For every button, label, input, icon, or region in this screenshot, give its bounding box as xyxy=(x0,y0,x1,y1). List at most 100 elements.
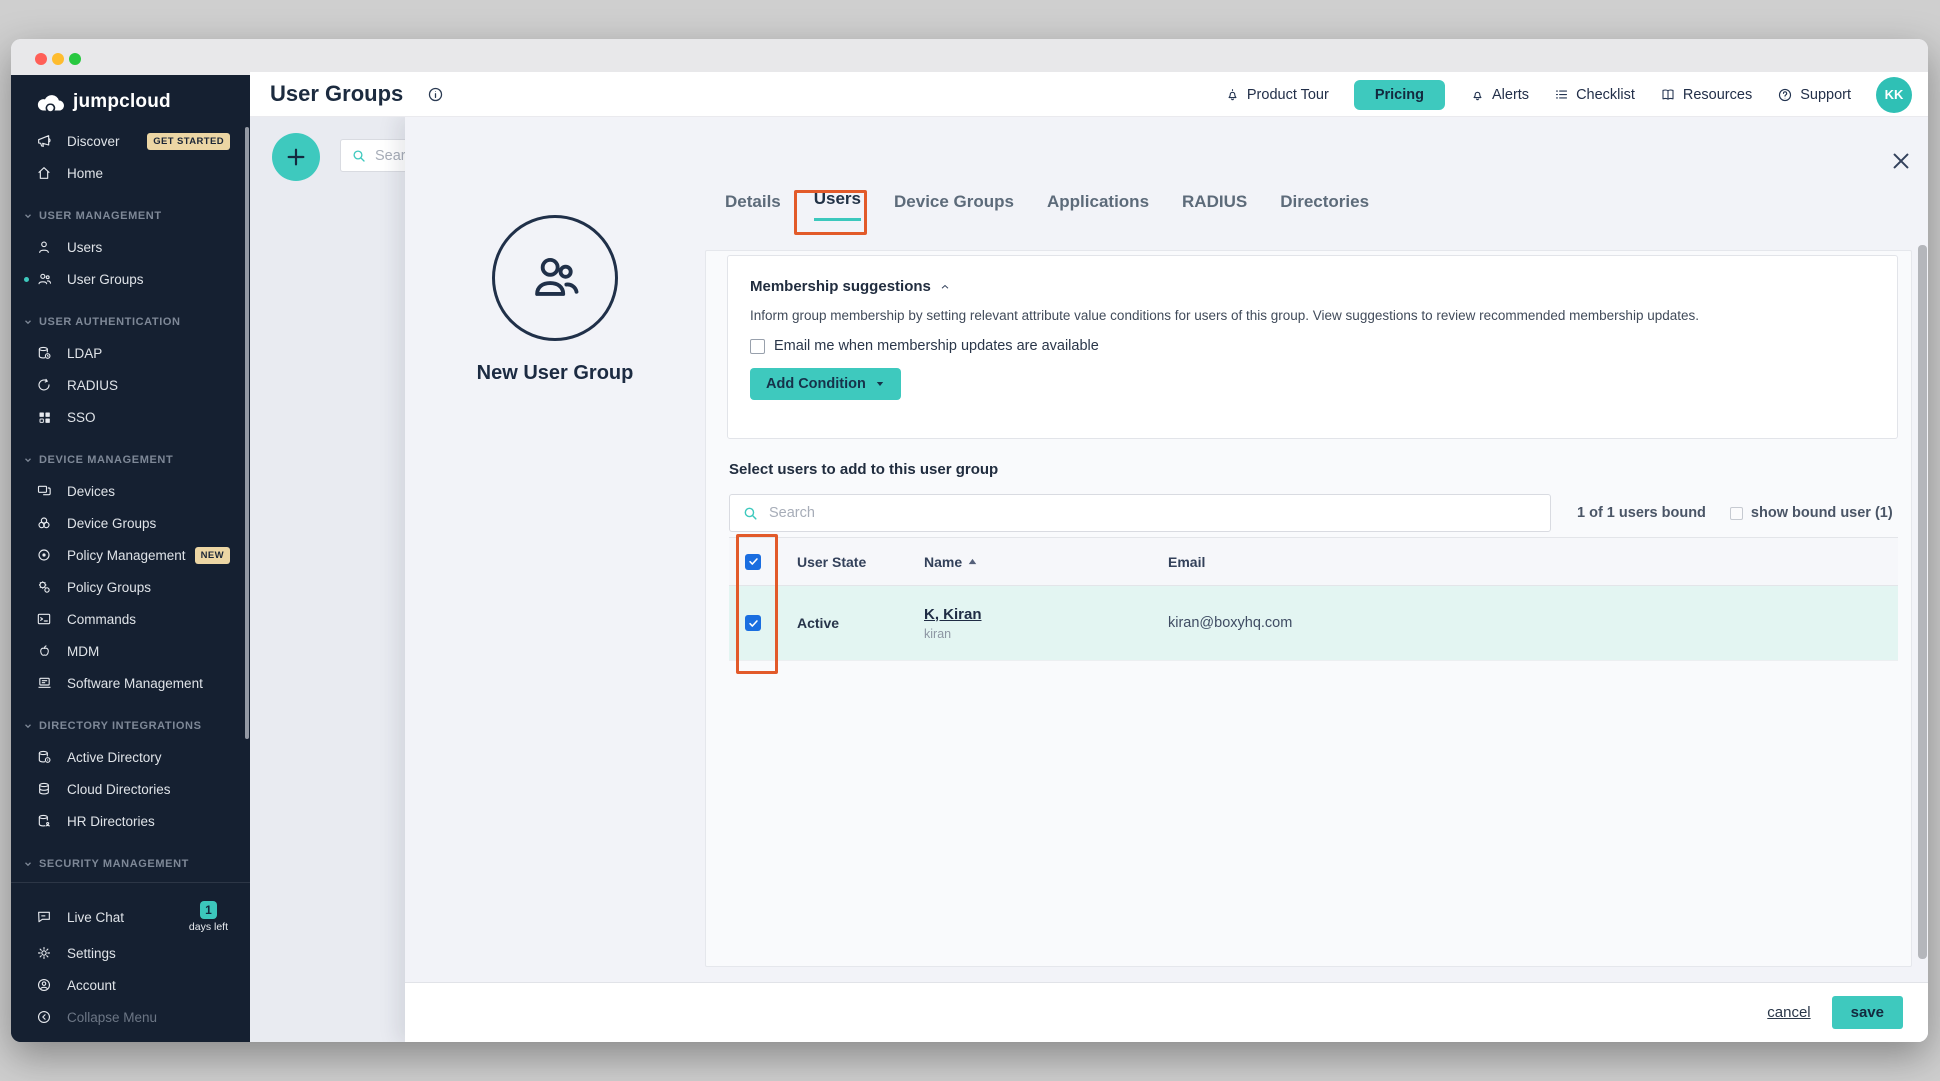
tab-applications[interactable]: Applications xyxy=(1047,192,1149,221)
sidebar-item-ldap[interactable]: LDAP xyxy=(11,337,250,369)
resources-button[interactable]: Resources xyxy=(1660,87,1752,103)
terminal-icon xyxy=(35,611,53,627)
tab-directories[interactable]: Directories xyxy=(1280,192,1369,221)
sidebar-item-software-management[interactable]: Software Management xyxy=(11,667,250,699)
device-groups-icon xyxy=(35,515,53,531)
product-tour-button[interactable]: Product Tour xyxy=(1225,87,1329,103)
user-avatar[interactable]: KK xyxy=(1876,77,1912,113)
drawer-footer: cancel save xyxy=(405,982,1928,1042)
dropdown-caret-icon xyxy=(875,380,885,388)
page-title: User Groups xyxy=(270,81,403,107)
gear-icon xyxy=(35,945,53,961)
trial-days-badge: 1 days left xyxy=(189,901,228,933)
user-search-row: 1 of 1 users bound show bound user (1) xyxy=(729,494,1898,532)
sidebar-item-discover[interactable]: Discover GET STARTED xyxy=(11,125,250,157)
book-icon xyxy=(1660,87,1676,102)
minimize-window-button[interactable] xyxy=(52,53,64,65)
info-icon[interactable] xyxy=(427,86,444,103)
membership-suggestions-toggle[interactable]: Membership suggestions xyxy=(750,278,1875,295)
sidebar-item-active-directory[interactable]: Active Directory xyxy=(11,741,250,773)
email-updates-checkbox[interactable] xyxy=(750,339,765,354)
policy-management-icon xyxy=(35,547,53,563)
user-name-link[interactable]: K, Kiran xyxy=(924,606,1148,623)
sidebar-item-label: Cloud Directories xyxy=(67,782,171,797)
sidebar-item-user-groups[interactable]: User Groups xyxy=(11,263,250,295)
sidebar-item-users[interactable]: Users xyxy=(11,231,250,263)
sidebar-item-mdm[interactable]: MDM xyxy=(11,635,250,667)
section-security-management[interactable]: SECURITY MANAGEMENT xyxy=(11,849,250,879)
column-header-name[interactable]: Name xyxy=(904,554,1148,570)
email-updates-option[interactable]: Email me when membership updates are ava… xyxy=(750,338,1875,354)
tab-users[interactable]: Users xyxy=(814,189,861,221)
sidebar-item-label: MDM xyxy=(67,644,99,659)
sidebar-item-policy-management[interactable]: Policy Management NEW xyxy=(11,539,250,571)
sidebar-footer: Live Chat 1 days left Settings xyxy=(11,882,250,1042)
home-icon xyxy=(35,165,53,181)
devices-icon xyxy=(35,483,53,499)
user-state: Active xyxy=(777,615,904,631)
tab-radius[interactable]: RADIUS xyxy=(1182,192,1247,221)
sidebar-item-hr-directories[interactable]: HR Directories xyxy=(11,805,250,837)
sso-grid-icon xyxy=(35,410,53,425)
app-header: User Groups Product Tour Pricing Alerts … xyxy=(250,72,1928,117)
megaphone-icon xyxy=(35,133,53,149)
sidebar-item-collapse-menu[interactable]: Collapse Menu xyxy=(11,1001,250,1033)
sidebar-item-label: Home xyxy=(67,166,103,181)
window-scrollbar[interactable] xyxy=(1918,245,1927,959)
add-user-group-button[interactable] xyxy=(272,133,320,181)
sidebar-item-devices[interactable]: Devices xyxy=(11,475,250,507)
sidebar-scrollbar[interactable] xyxy=(245,127,249,739)
zoom-window-button[interactable] xyxy=(69,53,81,65)
tab-device-groups[interactable]: Device Groups xyxy=(894,192,1014,221)
bound-summary: 1 of 1 users bound xyxy=(1577,505,1706,521)
chat-bubble-icon xyxy=(35,909,53,925)
section-directory-integrations[interactable]: DIRECTORY INTEGRATIONS xyxy=(11,711,250,741)
sidebar-item-policy-groups[interactable]: Policy Groups xyxy=(11,571,250,603)
chevron-up-icon xyxy=(939,281,951,293)
sidebar-item-label: Settings xyxy=(67,946,116,961)
section-device-management[interactable]: DEVICE MANAGEMENT xyxy=(11,445,250,475)
membership-description: Inform group membership by setting relev… xyxy=(750,308,1875,323)
row-checkbox[interactable] xyxy=(745,615,761,631)
sidebar-item-label: Live Chat xyxy=(67,910,124,925)
sidebar-item-sso[interactable]: SSO xyxy=(11,401,250,433)
sidebar-item-home[interactable]: Home xyxy=(11,157,250,189)
sidebar-item-cloud-directories[interactable]: Cloud Directories xyxy=(11,773,250,805)
pricing-button[interactable]: Pricing xyxy=(1354,80,1445,110)
sidebar-item-account[interactable]: Account xyxy=(11,969,250,1001)
tab-details[interactable]: Details xyxy=(725,192,781,221)
user-search-input[interactable] xyxy=(769,505,1550,521)
close-window-button[interactable] xyxy=(35,53,47,65)
user-icon xyxy=(35,239,53,255)
header-nav: Product Tour Pricing Alerts Checklist Re… xyxy=(1225,72,1912,117)
sidebar-item-label: RADIUS xyxy=(67,378,118,393)
chevron-down-icon xyxy=(23,721,33,731)
checklist-button[interactable]: Checklist xyxy=(1554,87,1635,103)
show-bound-user-checkbox[interactable] xyxy=(1730,507,1743,520)
cancel-button[interactable]: cancel xyxy=(1767,1004,1810,1021)
support-button[interactable]: Support xyxy=(1777,87,1851,103)
section-user-authentication[interactable]: USER AUTHENTICATION xyxy=(11,307,250,337)
select-all-checkbox[interactable] xyxy=(745,554,761,570)
save-button[interactable]: save xyxy=(1832,996,1903,1029)
add-condition-button[interactable]: Add Condition xyxy=(750,368,901,400)
sidebar-item-radius[interactable]: RADIUS xyxy=(11,369,250,401)
sidebar-item-settings[interactable]: Settings xyxy=(11,937,250,969)
show-bound-user-option[interactable]: show bound user (1) xyxy=(1730,505,1893,521)
alerts-button[interactable]: Alerts xyxy=(1470,87,1529,103)
sidebar-item-commands[interactable]: Commands xyxy=(11,603,250,635)
section-user-management[interactable]: USER MANAGEMENT xyxy=(11,201,250,231)
app-window: jumpcloud Discover GET STARTED Home USER… xyxy=(11,39,1928,1042)
sidebar-item-device-groups[interactable]: Device Groups xyxy=(11,507,250,539)
sidebar-item-label: User Groups xyxy=(67,272,144,287)
column-header-user-state[interactable]: User State xyxy=(777,554,904,570)
bell-icon xyxy=(1470,87,1485,103)
close-icon[interactable] xyxy=(1887,147,1915,175)
product-tour-icon xyxy=(1225,87,1240,103)
jumpcloud-logo[interactable]: jumpcloud xyxy=(11,75,250,125)
search-icon xyxy=(742,505,759,522)
laptop-icon xyxy=(35,675,53,691)
sidebar-item-live-chat[interactable]: Live Chat 1 days left xyxy=(11,897,250,937)
column-header-email[interactable]: Email xyxy=(1148,554,1898,570)
table-row[interactable]: Active K, Kiran kiran kiran@boxyhq.com xyxy=(729,586,1898,661)
